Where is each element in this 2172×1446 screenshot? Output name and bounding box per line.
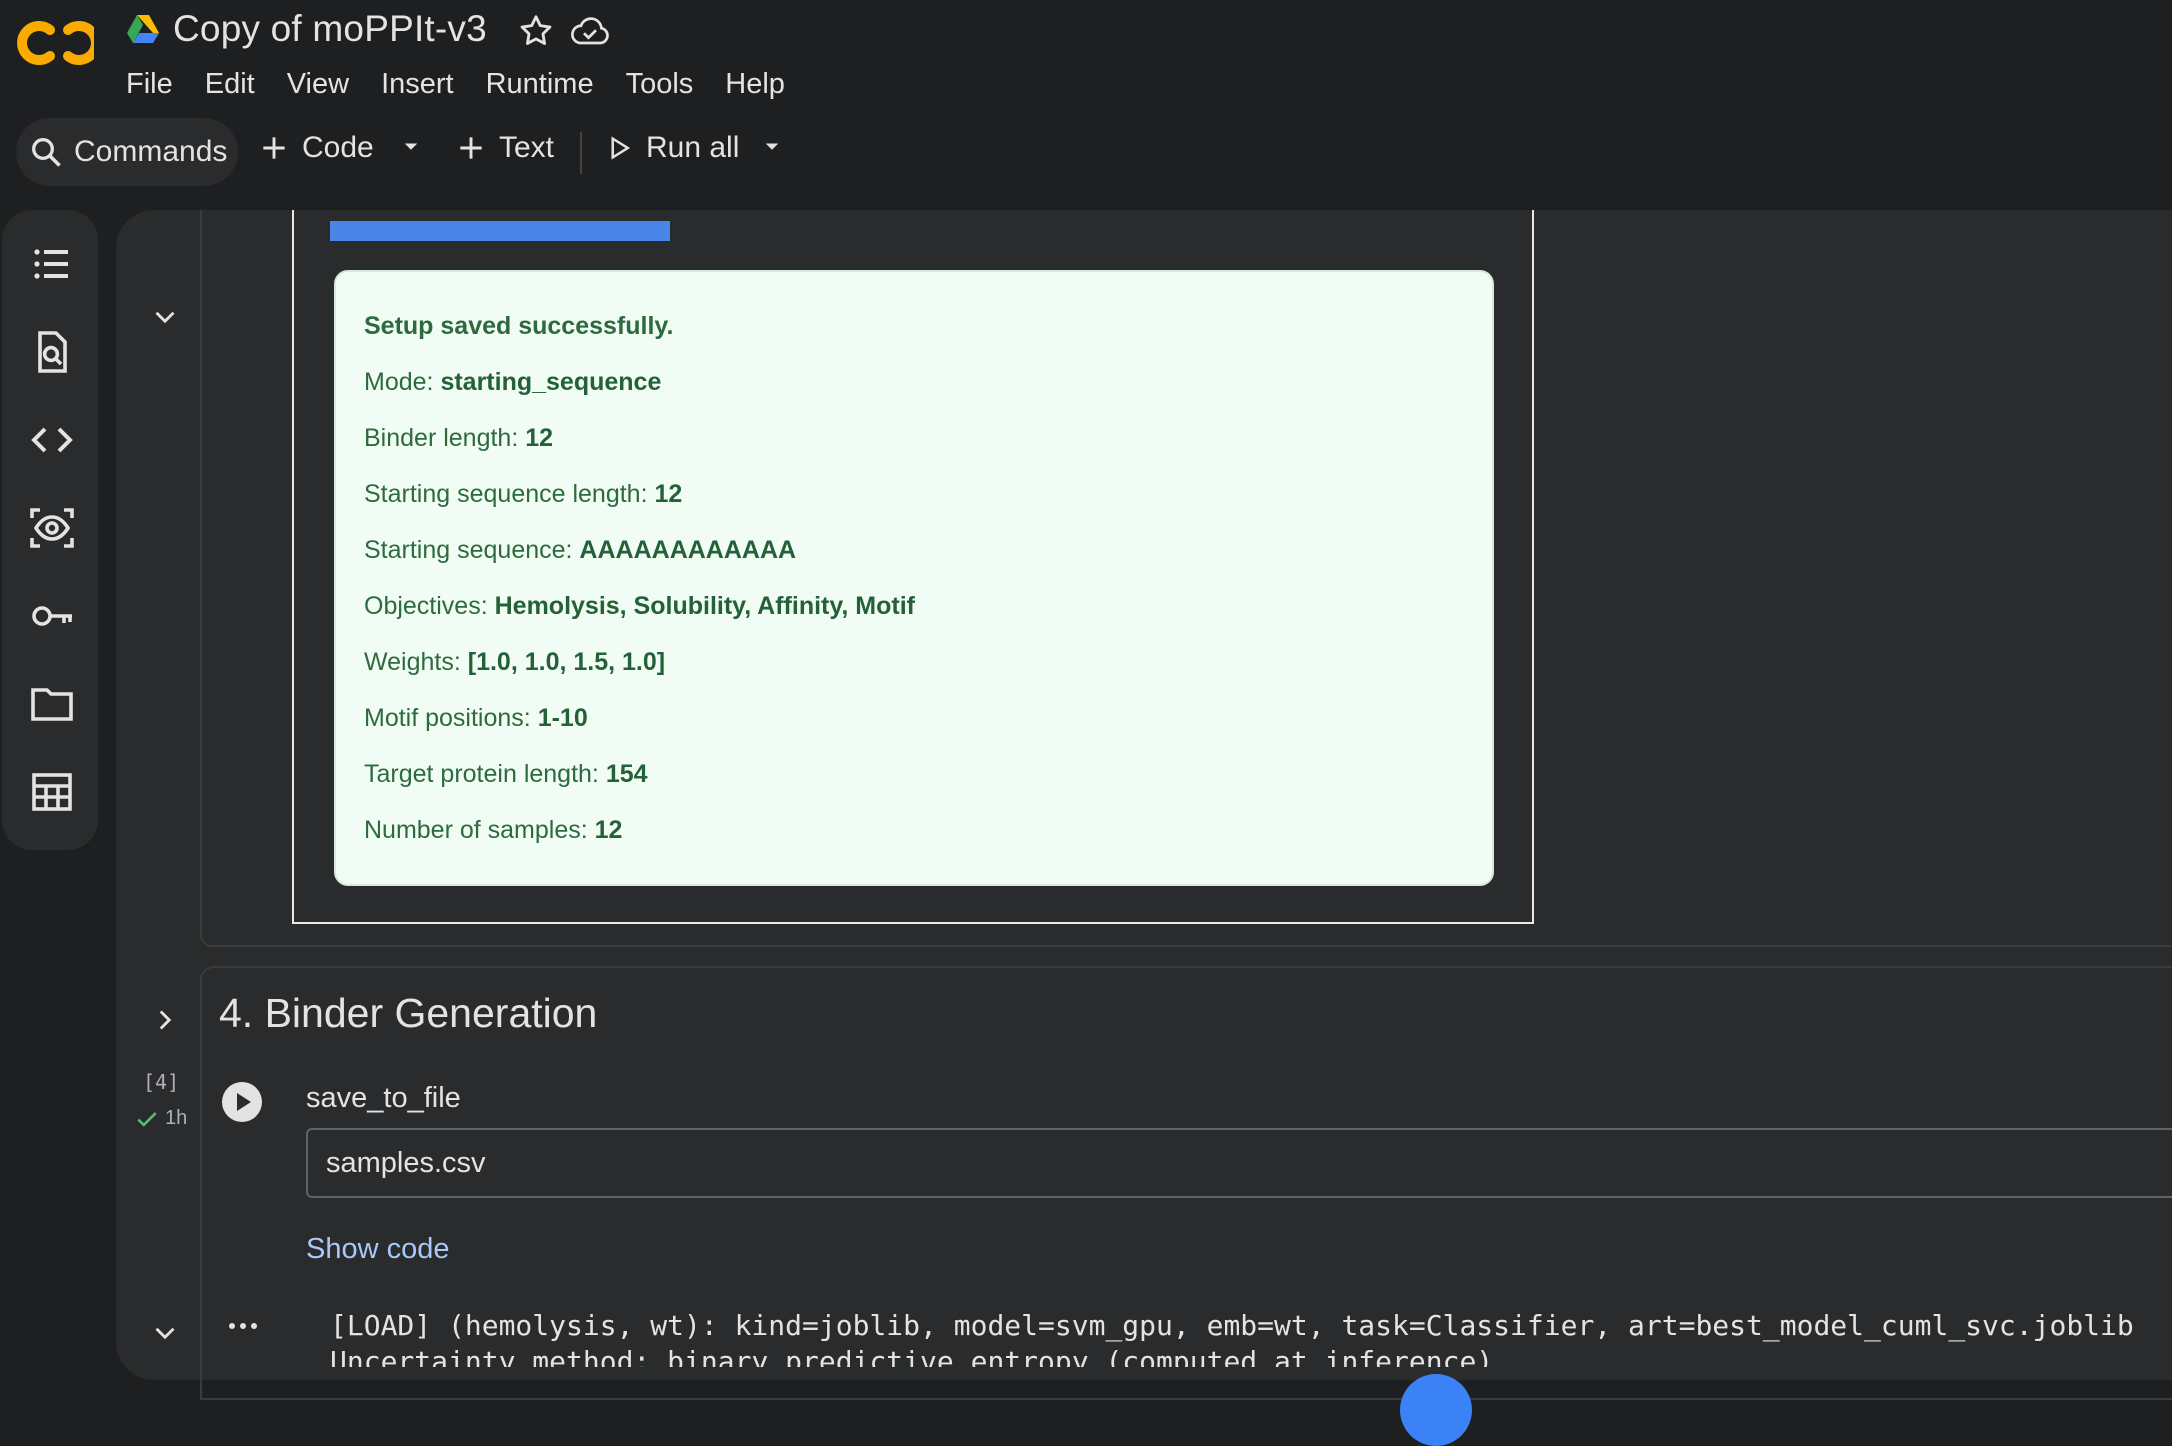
setup-row: Objectives: Hemolysis, Solubility, Affin…	[364, 592, 915, 620]
notebook-title[interactable]: Copy of moPPIt-v3	[173, 8, 487, 50]
setup-row: Starting sequence length: 12	[364, 480, 683, 508]
star-icon[interactable]	[517, 12, 555, 55]
data-table-icon[interactable]	[28, 768, 76, 816]
menu-tools[interactable]: Tools	[610, 68, 710, 101]
google-drive-icon[interactable]	[126, 14, 160, 49]
colab-logo-icon[interactable]	[10, 18, 101, 73]
run-all-button[interactable]: Run all	[604, 131, 739, 165]
floating-action-button[interactable]	[1400, 1374, 1472, 1446]
menu-view[interactable]: View	[271, 68, 365, 101]
plus-icon	[460, 137, 482, 159]
add-text-button[interactable]: Text	[455, 131, 554, 165]
menu-edit[interactable]: Edit	[189, 68, 271, 101]
run-all-label: Run all	[646, 131, 740, 164]
execution-time: 1h	[165, 1107, 188, 1129]
setup-row: Binder length: 12	[364, 424, 554, 452]
menu-insert[interactable]: Insert	[365, 68, 470, 101]
setup-row: Starting sequence: AAAAAAAAAAAA	[364, 536, 797, 564]
setup-heading: Setup saved successfully.	[364, 312, 674, 340]
find-replace-icon[interactable]	[28, 328, 76, 376]
checkmark-icon	[134, 1106, 160, 1137]
caret-down-icon	[765, 143, 779, 150]
variable-inspector-icon[interactable]	[28, 504, 76, 552]
add-code-button[interactable]: Code	[258, 131, 374, 165]
setup-success-panel: Setup saved successfully. Mode: starting…	[334, 270, 1494, 886]
collapse-output-chevron-icon[interactable]	[148, 300, 182, 339]
execution-count: [4]	[143, 1070, 180, 1094]
code-snippets-icon[interactable]	[28, 416, 76, 464]
menu-help[interactable]: Help	[709, 68, 801, 101]
text-label: Text	[499, 131, 555, 164]
cloud-saved-icon[interactable]	[569, 14, 611, 53]
files-folder-icon[interactable]	[28, 680, 76, 728]
progress-bar	[330, 221, 670, 241]
search-icon	[32, 138, 61, 167]
expand-section-chevron-icon[interactable]	[148, 1003, 182, 1042]
commands-label: Commands	[74, 135, 228, 168]
secrets-key-icon[interactable]	[28, 592, 76, 640]
collapse-output-chevron-icon[interactable]	[148, 1316, 182, 1355]
save-to-file-input[interactable]	[306, 1128, 2172, 1198]
more-options-icon[interactable]	[226, 1318, 260, 1339]
setup-row: Target protein length: 154	[364, 760, 648, 788]
code-label: Code	[302, 131, 374, 164]
output-text-line: Uncertainty method: binary predictive en…	[330, 1345, 1494, 1367]
run-cell-button[interactable]	[222, 1082, 262, 1122]
run-all-dropdown-button[interactable]	[757, 131, 787, 161]
commands-button[interactable]: Commands	[16, 118, 238, 186]
output-text-line: [LOAD] (hemolysis, wt): kind=joblib, mod…	[330, 1309, 2134, 1342]
menu-file[interactable]: File	[112, 68, 189, 101]
setup-row: Weights: [1.0, 1.0, 1.5, 1.0]	[364, 648, 666, 676]
caret-down-icon	[404, 143, 418, 150]
setup-row: Mode: starting_sequence	[364, 368, 662, 396]
menu-bar: File Edit View Insert Runtime Tools Help	[112, 68, 801, 101]
setup-row: Number of samples: 12	[364, 816, 623, 844]
section-heading: 4. Binder Generation	[219, 990, 598, 1036]
code-dropdown-button[interactable]	[396, 131, 426, 161]
table-of-contents-icon[interactable]	[28, 240, 76, 288]
play-icon	[237, 1093, 251, 1111]
setup-row: Motif positions: 1-10	[364, 704, 588, 732]
menu-runtime[interactable]: Runtime	[470, 68, 610, 101]
toolbar-divider	[580, 132, 582, 174]
show-code-link[interactable]: Show code	[306, 1233, 450, 1266]
form-field-label: save_to_file	[306, 1082, 461, 1114]
plus-icon	[263, 137, 285, 159]
play-icon	[611, 136, 631, 160]
left-sidebar	[2, 210, 98, 850]
